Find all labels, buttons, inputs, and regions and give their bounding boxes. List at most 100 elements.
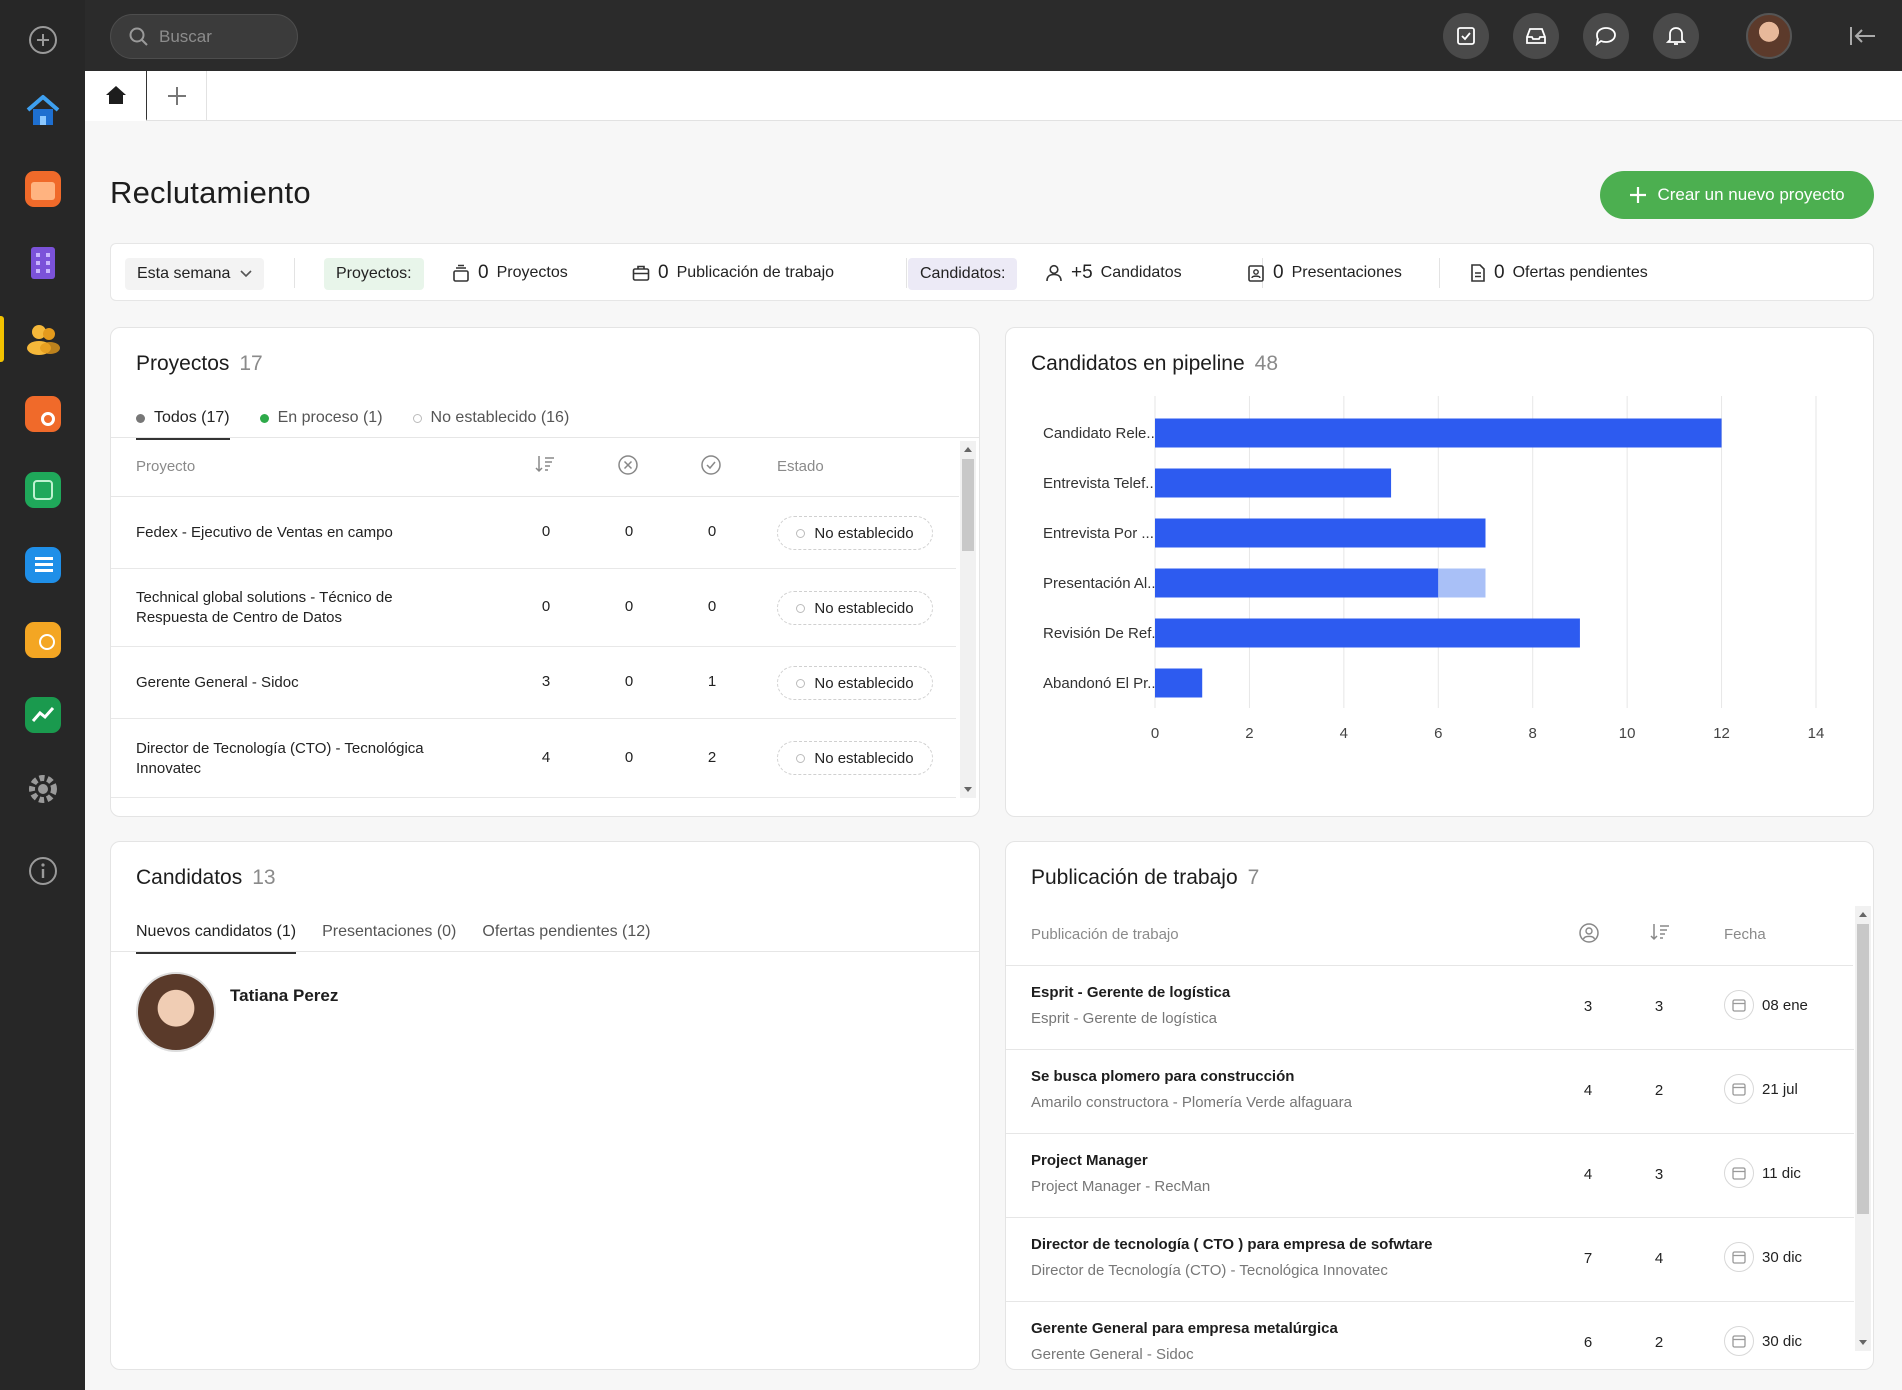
chat-icon[interactable] [1583,13,1629,59]
column-date: Fecha [1724,926,1766,943]
table-row[interactable]: Esprit - Gerente de logística Esprit - G… [1006,966,1854,1050]
jobpost-title: Gerente General para empresa metalúrgica [1031,1320,1338,1337]
document-app-icon[interactable] [21,543,65,587]
table-row[interactable]: Fedex - Ejecutivo de Ventas en campo 0 0… [111,497,956,569]
x-tick-label: 0 [1151,725,1159,742]
search-box[interactable] [110,14,298,59]
project-name: Fedex - Ejecutivo de Ventas en campo [136,524,393,541]
cell-value: 2 [1654,1082,1664,1099]
cell-value: 4 [1583,1166,1593,1183]
tab-add[interactable] [147,71,207,121]
accepted-icon[interactable] [700,454,722,480]
jobposts-scrollbar[interactable] [1855,906,1871,1351]
projects-scrollbar[interactable] [960,441,976,798]
table-row[interactable]: Se busca plomero para construcción Amari… [1006,1050,1854,1134]
period-select[interactable]: Esta semana [125,258,265,290]
status-badge[interactable]: No establecido [777,591,933,625]
tab-home[interactable] [85,71,147,121]
status-badge[interactable]: No establecido [777,666,933,700]
period-label: Esta semana [137,265,231,282]
jobpost-date: 11 dic [1724,1158,1801,1188]
jobpost-title: Project Manager [1031,1152,1148,1169]
candidate-search-app-icon[interactable] [21,392,65,436]
date-text: 30 dic [1762,1248,1803,1266]
table-row[interactable]: Technical global solutions - Técnico de … [111,569,956,647]
add-circle-icon[interactable] [21,18,65,62]
y-category-label: Candidato Rele... [1043,425,1159,442]
pipeline-bar [1155,468,1392,498]
scroll-thumb[interactable] [962,459,974,551]
status-badge[interactable]: No establecido [777,741,933,775]
table-row[interactable]: Gerente General para empresa metalúrgica… [1006,1302,1854,1369]
cell-value: 0 [541,598,551,615]
table-row[interactable]: Gerente General - Sidoc 3 0 1 No estable… [111,647,956,719]
projects-filter-tabs: Todos (17) En proceso (1) No establecido… [136,398,569,440]
candidate-item[interactable]: Tatiana Perez [136,972,338,1052]
projects-summary[interactable]: 0 Proyectos [452,244,568,302]
table-row[interactable]: Director de tecnología ( CTO ) para empr… [1006,1218,1854,1302]
table-row[interactable]: Director de Tecnología (CTO) - Tecnológi… [111,719,956,798]
user-avatar[interactable] [1746,13,1792,59]
jobpost-date: 08 ene [1724,990,1808,1020]
inbox-icon[interactable] [1513,13,1559,59]
candidates-count-badge: 13 [252,866,276,889]
scroll-up-icon[interactable] [1858,910,1868,918]
candidates-summary[interactable]: +5 Candidatos [1045,244,1182,302]
table-row[interactable]: Project Manager Project Manager - RecMan… [1006,1134,1854,1218]
scroll-down-icon[interactable] [963,786,973,794]
tab-pending-offers[interactable]: Ofertas pendientes (12) [482,912,650,952]
divider [294,258,295,288]
timesheet-app-icon[interactable] [21,618,65,662]
jobposts-summary[interactable]: 0 Publicación de trabajo [632,244,834,302]
tab-in-progress[interactable]: En proceso (1) [259,398,383,438]
search-input[interactable] [159,26,279,47]
info-icon[interactable] [21,849,65,893]
projects-text: Proyectos [496,264,568,281]
scroll-up-icon[interactable] [963,445,973,453]
tab-new-candidates[interactable]: Nuevos candidatos (1) [136,912,297,954]
tasks-icon[interactable] [1443,13,1489,59]
offers-summary[interactable]: 0 Ofertas pendientes [1470,244,1648,302]
calendar-app-icon[interactable] [21,167,65,211]
cell-value: 7 [1583,1250,1593,1267]
cell-value: 4 [1654,1250,1664,1267]
cell-value: 0 [707,523,717,540]
tab-not-set[interactable]: No establecido (16) [412,398,569,438]
pipeline-bar [1155,568,1439,598]
date-text: 30 dic [1762,1332,1803,1350]
create-project-button[interactable]: Crear un nuevo proyecto [1600,171,1874,219]
candidates-pill: Candidatos: [908,258,1018,290]
sort-icon[interactable] [1649,922,1671,946]
status-dot [412,413,422,423]
collapse-panel-icon[interactable] [1847,20,1879,52]
y-category-label: Entrevista Por ... [1043,525,1154,542]
cell-value: 0 [624,673,634,690]
rejected-icon[interactable] [617,454,639,480]
settings-app-icon[interactable] [21,767,65,811]
tab-all-projects[interactable]: Todos (17) [136,398,230,440]
cell-value: 0 [707,598,717,615]
analytics-app-icon[interactable] [21,693,65,737]
applicants-icon[interactable] [1578,922,1600,948]
column-project: Proyecto [136,458,196,475]
recruitment-app-icon[interactable] [21,317,65,361]
calculator-app-icon[interactable] [21,468,65,512]
tab-presentations[interactable]: Presentaciones (0) [322,912,456,952]
presentations-summary[interactable]: 0 Presentaciones [1247,244,1402,302]
building-app-icon[interactable] [21,241,65,285]
sort-icon[interactable] [534,454,556,478]
cell-value: 3 [1654,1166,1664,1183]
scroll-down-icon[interactable] [1858,1339,1868,1347]
scroll-thumb[interactable] [1857,924,1869,1214]
cell-value: 2 [1654,1334,1664,1351]
status-ring-icon [796,753,806,763]
notifications-bell-icon[interactable] [1653,13,1699,59]
status-badge[interactable]: No establecido [777,516,933,550]
y-category-label: Entrevista Telef... [1043,475,1158,492]
status-text: No establecido [814,749,914,767]
x-tick-label: 12 [1713,725,1730,742]
status-text: No establecido [814,599,914,617]
person-icon [1046,264,1062,282]
document-icon [1471,264,1485,282]
home-app-icon[interactable] [21,89,65,133]
